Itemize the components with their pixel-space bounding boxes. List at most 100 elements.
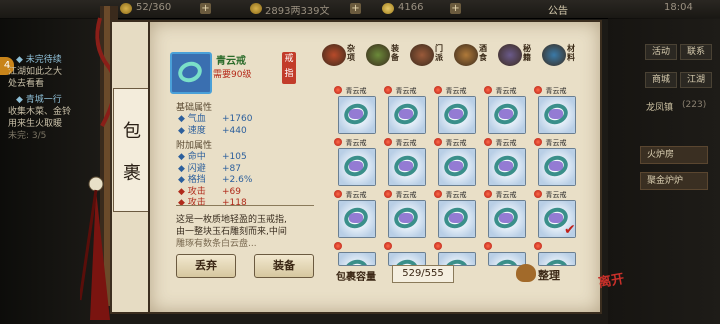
- bag-title-char-1: 包: [123, 121, 141, 142]
- ring-gem-icon: [499, 265, 513, 266]
- ring-gem-icon: [349, 109, 363, 119]
- slot-item-name: 青云戒: [545, 139, 567, 147]
- attribute-name: ◆ 攻击: [178, 198, 206, 208]
- slot-item-name: 青云戒: [545, 87, 567, 95]
- new-item-dot: [484, 138, 492, 146]
- inventory-slot[interactable]: [438, 200, 476, 238]
- new-item-dot: [484, 242, 492, 250]
- inventory-slot[interactable]: [538, 252, 576, 266]
- new-item-dot: [384, 242, 392, 250]
- attribute-value: +440: [222, 125, 247, 136]
- slot-item-name: 青云戒: [345, 139, 367, 147]
- slot-item-name: 青云戒: [345, 87, 367, 95]
- slot-item-name: 青云戒: [345, 191, 367, 199]
- money-value: 2893两339文: [265, 6, 330, 17]
- category-tab-label[interactable]: 酒食: [478, 44, 488, 62]
- category-tab-icon[interactable]: [366, 44, 390, 66]
- category-tab-label[interactable]: 杂项: [346, 44, 356, 62]
- gold-value: 4166: [398, 2, 424, 13]
- capacity-value: 529/555: [392, 265, 454, 283]
- slot-item-name: 青云戒: [445, 87, 467, 95]
- ring-gem-icon: [499, 161, 513, 171]
- attribute-row: ◆ 攻击 +118: [178, 195, 247, 208]
- category-tab-label[interactable]: 装备: [390, 44, 400, 62]
- inventory-slot[interactable]: [438, 148, 476, 186]
- ring-gem-icon: [399, 161, 413, 171]
- stamina-plus-button[interactable]: +: [200, 3, 211, 14]
- stamina-value: 52/360: [136, 2, 172, 13]
- inventory-slot[interactable]: [488, 252, 526, 266]
- slot-item-name: 青云戒: [395, 139, 417, 147]
- inventory-slot[interactable]: [388, 96, 426, 134]
- quest-line[interactable]: 未完: 3/5: [8, 128, 46, 141]
- category-tab-icon[interactable]: [498, 44, 522, 66]
- slot-item-name: 青云戒: [495, 87, 517, 95]
- category-tab-icon[interactable]: [454, 44, 478, 66]
- furnace-room-option[interactable]: 火炉房: [640, 146, 708, 164]
- inventory-slot[interactable]: [388, 148, 426, 186]
- inventory-slot[interactable]: [338, 96, 376, 134]
- inventory-slot[interactable]: [538, 148, 576, 186]
- inventory-slot[interactable]: [488, 148, 526, 186]
- gold-plus-button[interactable]: +: [450, 3, 461, 14]
- new-item-dot: [484, 190, 492, 198]
- equip-button[interactable]: 装备: [254, 254, 314, 278]
- drop-button[interactable]: 丢弃: [176, 254, 236, 278]
- inventory-slot[interactable]: [338, 148, 376, 186]
- inventory-slot[interactable]: [388, 200, 426, 238]
- sort-bag-icon[interactable]: [516, 264, 536, 282]
- ring-gem-icon: [399, 109, 413, 119]
- inventory-slot[interactable]: [438, 96, 476, 134]
- ring-gem-icon: [349, 213, 363, 223]
- jianghu-button[interactable]: 江湖: [680, 72, 712, 88]
- slot-item-name: 青云戒: [395, 87, 417, 95]
- category-tab-icon[interactable]: [322, 44, 346, 66]
- ring-gem-icon: [399, 213, 413, 223]
- ring-gem-icon: [549, 265, 563, 266]
- ring-gem-icon: [549, 109, 563, 119]
- contact-button[interactable]: 联系: [680, 44, 712, 60]
- activity-button[interactable]: 活动: [645, 44, 677, 60]
- new-item-dot: [534, 242, 542, 250]
- new-item-dot: [384, 190, 392, 198]
- gold-icon: [382, 3, 394, 14]
- inventory-slot[interactable]: [338, 252, 376, 266]
- sort-button[interactable]: 整理: [538, 267, 560, 283]
- slot-item-name: 青云戒: [445, 191, 467, 199]
- new-item-dot: [384, 86, 392, 94]
- new-item-dot: [384, 138, 392, 146]
- quest-line[interactable]: 处去看看: [8, 76, 44, 89]
- category-tab-icon[interactable]: [542, 44, 566, 66]
- location-coords: (223): [682, 100, 707, 110]
- ring-gem-icon: [449, 109, 463, 119]
- new-item-dot: [334, 242, 342, 250]
- category-tab-label[interactable]: 材料: [566, 44, 576, 62]
- category-tab-icon[interactable]: [410, 44, 434, 66]
- shop-button[interactable]: 商城: [645, 72, 677, 88]
- item-slot-badge: 戒指: [282, 52, 296, 84]
- new-item-dot: [434, 86, 442, 94]
- inventory-slot[interactable]: [338, 200, 376, 238]
- inventory-slot[interactable]: [538, 96, 576, 134]
- new-item-dot: [334, 190, 342, 198]
- inventory-slot[interactable]: [488, 96, 526, 134]
- inventory-slot[interactable]: [438, 252, 476, 266]
- slot-item-name: 青云戒: [545, 191, 567, 199]
- slot-item-name: 青云戒: [445, 139, 467, 147]
- category-tab-label[interactable]: 秘籍: [522, 44, 532, 62]
- category-tab-label[interactable]: 门派: [434, 44, 444, 62]
- item-level-requirement: 需要90级: [213, 70, 252, 80]
- new-item-dot: [484, 86, 492, 94]
- attribute-name: ◆ 速度: [178, 125, 206, 136]
- bag-title-char-2: 裹: [123, 163, 141, 184]
- inventory-slot[interactable]: [488, 200, 526, 238]
- inventory-slot[interactable]: [388, 252, 426, 266]
- money-plus-button[interactable]: +: [350, 3, 361, 14]
- notice-button[interactable]: 公告: [548, 2, 568, 17]
- gold-furnace-option[interactable]: 聚金炉炉: [640, 172, 708, 190]
- ring-gem-icon: [499, 109, 513, 119]
- attribute-value: +118: [222, 198, 247, 208]
- new-item-dot: [534, 138, 542, 146]
- slot-item-name: 青云戒: [495, 191, 517, 199]
- slot-item-name: 青云戒: [495, 139, 517, 147]
